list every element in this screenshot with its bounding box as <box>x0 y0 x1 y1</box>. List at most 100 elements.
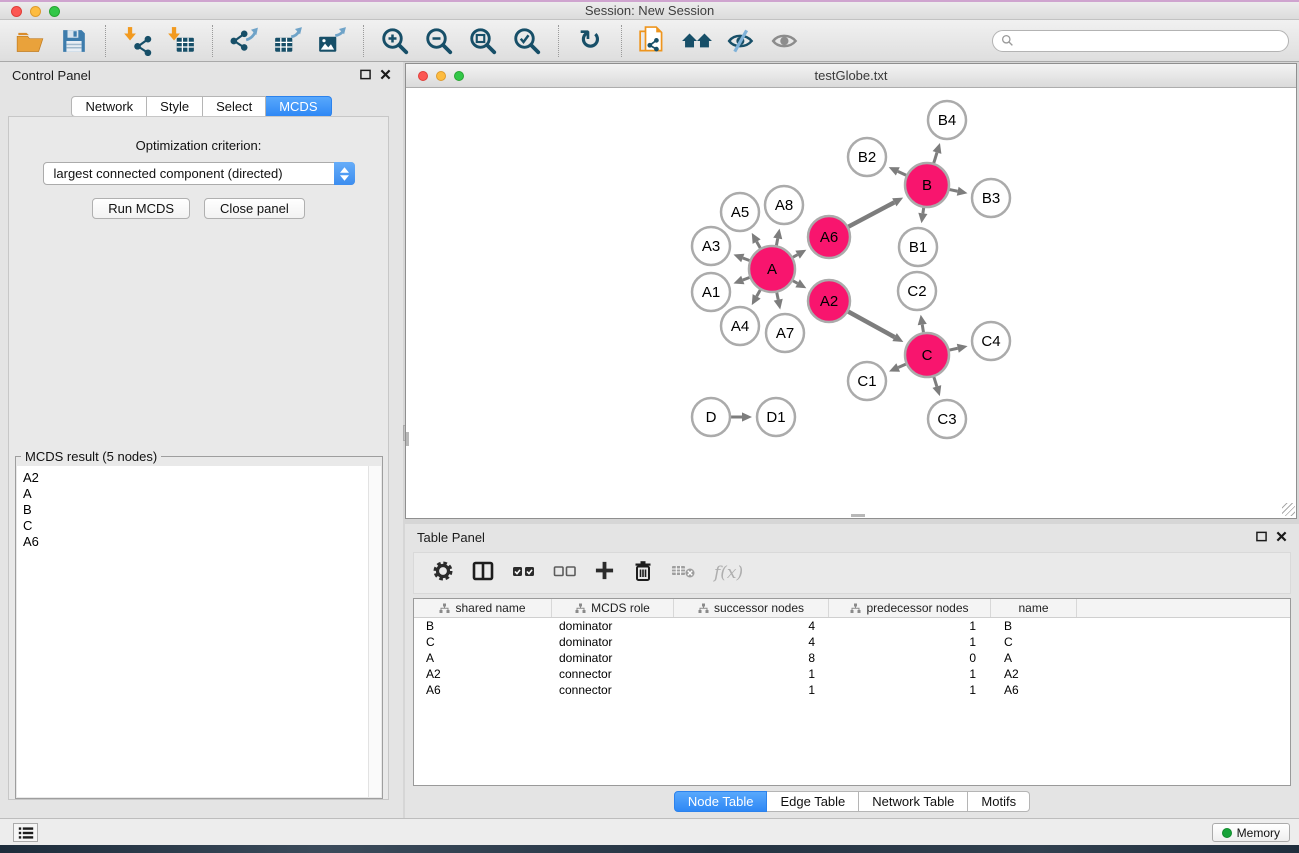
run-mcds-button[interactable]: Run MCDS <box>92 198 190 219</box>
table-row[interactable]: Adominator80A <box>414 650 1290 666</box>
graph-edge[interactable] <box>898 364 906 367</box>
tab-style[interactable]: Style <box>147 96 203 117</box>
table-cell[interactable]: C <box>414 635 552 649</box>
tab-select[interactable]: Select <box>203 96 266 117</box>
canvas-vertical-scroll-hint[interactable] <box>406 432 409 446</box>
table-cell[interactable]: A2 <box>991 667 1077 681</box>
tab-node-table[interactable]: Node Table <box>674 791 768 812</box>
table-cell[interactable]: 1 <box>674 683 829 697</box>
graph-edge[interactable] <box>848 312 894 338</box>
graph-edge[interactable] <box>922 325 923 333</box>
graph-edge[interactable] <box>949 348 957 350</box>
network-graph[interactable]: AA1A2A3A4A5A6A7A8BB1B2B3B4CC1C2C3C4DD1 <box>406 88 1296 517</box>
search-box[interactable] <box>992 30 1289 52</box>
zoom-selected-icon[interactable] <box>510 24 544 58</box>
zoom-out-icon[interactable] <box>422 24 456 58</box>
graph-edge[interactable] <box>950 190 958 192</box>
table-cell[interactable]: 1 <box>674 667 829 681</box>
graph-edge[interactable] <box>743 258 750 261</box>
column-header-name[interactable]: name <box>991 599 1077 617</box>
new-network-from-selection-icon[interactable] <box>636 24 670 58</box>
graph-edge[interactable] <box>923 208 924 214</box>
column-header-predecessor-nodes[interactable]: predecessor nodes <box>829 599 991 617</box>
close-panel-icon[interactable] <box>380 69 391 80</box>
result-list-scrollbar[interactable] <box>368 466 381 797</box>
tab-mcds[interactable]: MCDS <box>266 96 331 117</box>
table-cell[interactable]: C <box>991 635 1077 649</box>
table-row[interactable]: A2connector11A2 <box>414 666 1290 682</box>
table-cell[interactable]: 8 <box>674 651 829 665</box>
delete-table-icon[interactable] <box>671 561 697 586</box>
float-panel-icon[interactable] <box>360 69 371 80</box>
table-cell[interactable]: dominator <box>552 651 674 665</box>
mcds-result-item[interactable]: C <box>23 518 368 534</box>
network-canvas[interactable]: AA1A2A3A4A5A6A7A8BB1B2B3B4CC1C2C3C4DD1 <box>406 88 1296 517</box>
table-cell[interactable]: 1 <box>829 683 991 697</box>
import-network-icon[interactable] <box>120 24 154 58</box>
show-all-icon[interactable] <box>768 24 802 58</box>
graph-edge[interactable] <box>743 277 750 280</box>
export-image-icon[interactable] <box>315 24 349 58</box>
table-cell[interactable]: 0 <box>829 651 991 665</box>
table-row[interactable]: A6connector11A6 <box>414 682 1290 698</box>
canvas-horizontal-scroll-hint[interactable] <box>851 514 865 517</box>
export-network-icon[interactable] <box>227 24 261 58</box>
table-cell[interactable]: B <box>414 619 552 633</box>
graph-edge[interactable] <box>848 202 894 226</box>
tab-motifs[interactable]: Motifs <box>968 791 1030 812</box>
select-all-checkboxes-icon[interactable] <box>512 560 536 587</box>
table-cell[interactable]: A6 <box>414 683 552 697</box>
table-cell[interactable]: connector <box>552 683 674 697</box>
column-header-mcds-role[interactable]: MCDS role <box>552 599 674 617</box>
save-session-icon[interactable] <box>57 24 91 58</box>
delete-column-icon[interactable] <box>632 560 654 587</box>
search-input[interactable] <box>1018 34 1280 48</box>
graph-edge[interactable] <box>776 238 777 245</box>
table-cell[interactable]: dominator <box>552 635 674 649</box>
float-panel-icon[interactable] <box>1256 531 1267 542</box>
session-titlebar[interactable]: Session: New Session <box>0 2 1299 20</box>
table-cell[interactable]: dominator <box>552 619 674 633</box>
table-row[interactable]: Bdominator41B <box>414 618 1290 634</box>
graph-edge[interactable] <box>757 242 761 248</box>
mcds-result-item[interactable]: B <box>23 502 368 518</box>
table-cell[interactable]: A2 <box>414 667 552 681</box>
zoom-in-icon[interactable] <box>378 24 412 58</box>
close-panel-button[interactable]: Close panel <box>204 198 305 219</box>
table-row[interactable]: Cdominator41C <box>414 634 1290 650</box>
mcds-result-item[interactable]: A6 <box>23 534 368 550</box>
table-cell[interactable]: 1 <box>829 635 991 649</box>
first-neighbors-icon[interactable] <box>680 24 714 58</box>
memory-button[interactable]: Memory <box>1212 823 1290 842</box>
task-history-button[interactable] <box>13 823 38 842</box>
unselect-all-checkboxes-icon[interactable] <box>553 560 577 587</box>
show-columns-icon[interactable] <box>471 560 495 587</box>
graph-edge[interactable] <box>934 377 937 387</box>
graph-edge[interactable] <box>777 293 778 300</box>
table-cell[interactable]: A <box>414 651 552 665</box>
graph-edge[interactable] <box>793 255 798 258</box>
table-settings-icon[interactable] <box>432 560 454 587</box>
network-window-titlebar[interactable]: testGlobe.txt <box>406 64 1296 88</box>
table-cell[interactable]: connector <box>552 667 674 681</box>
tab-edge-table[interactable]: Edge Table <box>767 791 859 812</box>
export-table-icon[interactable] <box>271 24 305 58</box>
hide-selected-icon[interactable] <box>724 24 758 58</box>
open-file-icon[interactable] <box>13 24 47 58</box>
column-header-successor-nodes[interactable]: successor nodes <box>674 599 829 617</box>
table-cell[interactable]: A <box>991 651 1077 665</box>
table-cell[interactable]: A6 <box>991 683 1077 697</box>
column-header-shared-name[interactable]: shared name <box>414 599 552 617</box>
apply-function-icon[interactable]: f(x) <box>714 563 743 583</box>
mcds-result-item[interactable]: A <box>23 486 368 502</box>
table-cell[interactable]: B <box>991 619 1077 633</box>
mcds-result-item[interactable]: A2 <box>23 470 368 486</box>
add-column-icon[interactable] <box>594 560 615 586</box>
close-panel-icon[interactable] <box>1276 531 1287 542</box>
table-cell[interactable]: 1 <box>829 619 991 633</box>
table-cell[interactable]: 4 <box>674 619 829 633</box>
graph-edge[interactable] <box>934 152 937 163</box>
window-resize-grip[interactable] <box>1282 503 1295 516</box>
zoom-fit-icon[interactable] <box>466 24 500 58</box>
table-cell[interactable]: 1 <box>829 667 991 681</box>
